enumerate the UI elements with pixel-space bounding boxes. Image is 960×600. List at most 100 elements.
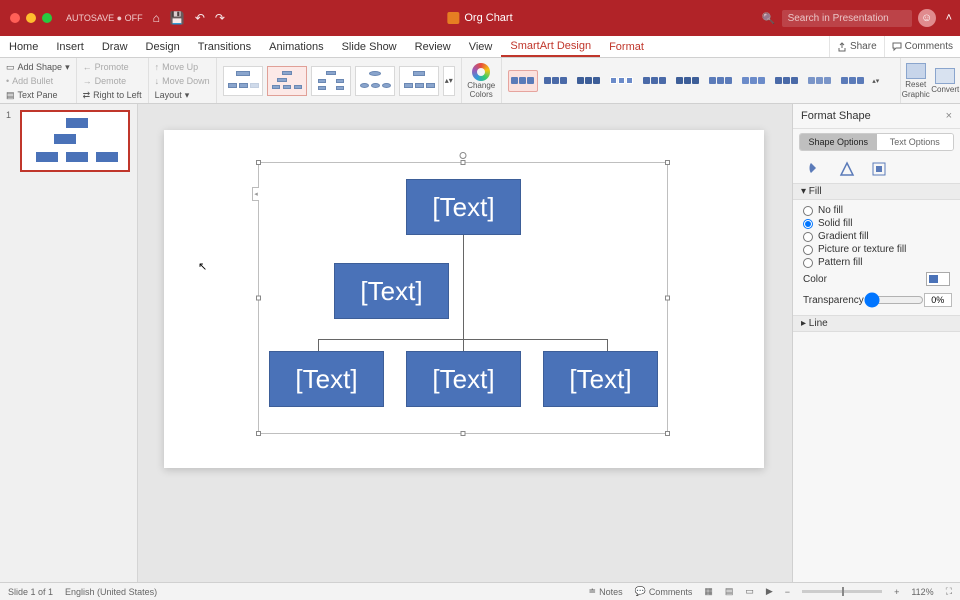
layout-option-3[interactable] [311, 66, 351, 96]
zoom-level[interactable]: 112% [911, 587, 933, 597]
fill-none-radio[interactable]: No fill [803, 204, 950, 217]
resize-handle-s[interactable] [461, 431, 466, 436]
style-6[interactable] [673, 70, 703, 92]
view-normal-icon[interactable]: ▦ [704, 586, 713, 597]
resize-handle-sw[interactable] [256, 431, 261, 436]
slide[interactable]: ◂ [Text] [Text] [Text] [Text] [Text] [164, 130, 764, 468]
close-icon[interactable] [10, 13, 20, 23]
minimize-icon[interactable] [26, 13, 36, 23]
style-gallery-more[interactable]: ▴▾ [871, 70, 881, 92]
tab-review[interactable]: Review [406, 36, 460, 57]
tab-transitions[interactable]: Transitions [189, 36, 260, 57]
undo-icon[interactable]: ↶ [195, 11, 205, 25]
convert-button[interactable]: Convert [931, 68, 959, 94]
maximize-icon[interactable] [42, 13, 52, 23]
fill-gradient-radio[interactable]: Gradient fill [803, 230, 950, 243]
ribbon-collapse-icon[interactable]: ˄ [946, 12, 952, 24]
resize-handle-n[interactable] [461, 160, 466, 165]
layout-option-1[interactable] [223, 66, 263, 96]
notes-button[interactable]: ≐ Notes [589, 586, 623, 597]
style-2[interactable] [541, 70, 571, 92]
zoom-slider[interactable] [802, 590, 882, 593]
tab-draw[interactable]: Draw [93, 36, 137, 57]
rtl-button[interactable]: ⇄ Right to Left [83, 88, 142, 102]
tab-home[interactable]: Home [0, 36, 47, 57]
transparency-spinner[interactable] [924, 293, 952, 307]
tab-slideshow[interactable]: Slide Show [333, 36, 406, 57]
search-input[interactable] [782, 10, 912, 27]
style-3[interactable] [574, 70, 604, 92]
fit-to-window-button[interactable]: ⛶ [946, 586, 952, 597]
layout-gallery-more[interactable]: ▴▾ [443, 66, 455, 96]
tab-animations[interactable]: Animations [260, 36, 332, 57]
resize-handle-e[interactable] [665, 296, 670, 301]
resize-handle-w[interactable] [256, 296, 261, 301]
resize-handle-nw[interactable] [256, 160, 261, 165]
change-colors-button[interactable]: Change Colors [462, 58, 502, 103]
line-section-header[interactable]: ▸ Line [793, 315, 960, 332]
tab-design[interactable]: Design [137, 36, 189, 57]
tab-shape-options[interactable]: Shape Options [800, 134, 877, 150]
resize-handle-se[interactable] [665, 431, 670, 436]
layout-option-2[interactable] [267, 66, 307, 96]
rotate-handle[interactable] [460, 152, 467, 159]
layout-option-4[interactable] [355, 66, 395, 96]
resize-handle-ne[interactable] [665, 160, 670, 165]
view-sorter-icon[interactable]: ▤ [725, 586, 734, 597]
style-5[interactable] [640, 70, 670, 92]
autosave-toggle[interactable]: AUTOSAVE ● OFF [66, 13, 143, 23]
comments-toggle[interactable]: 💬 Comments [635, 586, 693, 597]
text-pane-button[interactable]: ▤ Text Pane [6, 88, 70, 102]
quick-access-toolbar: ⌂ 💾 ↶ ↷ [153, 11, 225, 25]
slide-thumbnail-1[interactable] [20, 110, 130, 172]
comments-button[interactable]: Comments [884, 36, 960, 57]
text-pane-toggle[interactable]: ◂ [252, 187, 259, 201]
zoom-in-button[interactable]: + [894, 587, 899, 597]
tab-text-options[interactable]: Text Options [877, 134, 954, 150]
style-4[interactable] [607, 70, 637, 92]
fill-picture-radio[interactable]: Picture or texture fill [803, 243, 950, 256]
tab-format[interactable]: Format [600, 36, 653, 57]
style-10[interactable] [805, 70, 835, 92]
org-node-child-1[interactable]: [Text] [269, 351, 384, 407]
org-node-child-2[interactable]: [Text] [406, 351, 521, 407]
style-9[interactable] [772, 70, 802, 92]
fill-section-header[interactable]: ▾ Fill [793, 183, 960, 200]
tab-view[interactable]: View [460, 36, 502, 57]
format-pane-tabs: Shape Options Text Options [799, 133, 954, 151]
org-node-top[interactable]: [Text] [406, 179, 521, 235]
reset-graphic-button[interactable]: ResetGraphic [902, 63, 930, 99]
layout-button[interactable]: Layout ▾ [155, 88, 210, 102]
style-8[interactable] [739, 70, 769, 92]
tab-smartart-design[interactable]: SmartArt Design [501, 36, 600, 57]
avatar[interactable]: ☺ [918, 9, 936, 27]
view-slideshow-icon[interactable]: ▶ [766, 586, 773, 597]
org-node-assistant[interactable]: [Text] [334, 263, 449, 319]
view-reading-icon[interactable]: ▭ [745, 586, 754, 597]
smartart-selection[interactable]: ◂ [Text] [Text] [Text] [Text] [Text] [258, 162, 668, 434]
style-11[interactable] [838, 70, 868, 92]
transparency-slider[interactable] [864, 292, 924, 308]
redo-icon[interactable]: ↷ [215, 11, 225, 25]
language-indicator[interactable]: English (United States) [65, 587, 157, 597]
zoom-out-button[interactable]: − [785, 587, 790, 597]
add-shape-button[interactable]: ▭ Add Shape ▾ [6, 60, 70, 74]
fill-pattern-radio[interactable]: Pattern fill [803, 256, 950, 269]
layout-option-5[interactable] [399, 66, 439, 96]
style-1[interactable] [508, 70, 538, 92]
size-props-icon[interactable] [871, 161, 887, 177]
slide-canvas[interactable]: ◂ [Text] [Text] [Text] [Text] [Text] ↖ [138, 104, 792, 582]
connector [318, 339, 608, 340]
style-7[interactable] [706, 70, 736, 92]
effects-icon[interactable] [839, 161, 855, 177]
home-icon[interactable]: ⌂ [153, 11, 160, 25]
org-node-child-3[interactable]: [Text] [543, 351, 658, 407]
search-icon[interactable]: 🔍 [762, 12, 776, 25]
close-pane-button[interactable]: × [946, 110, 952, 122]
share-button[interactable]: Share [829, 36, 884, 57]
tab-insert[interactable]: Insert [47, 36, 93, 57]
fill-solid-radio[interactable]: Solid fill [803, 217, 950, 230]
save-icon[interactable]: 💾 [170, 11, 185, 25]
fill-line-icon[interactable] [807, 161, 823, 177]
color-picker-button[interactable] [926, 272, 950, 286]
